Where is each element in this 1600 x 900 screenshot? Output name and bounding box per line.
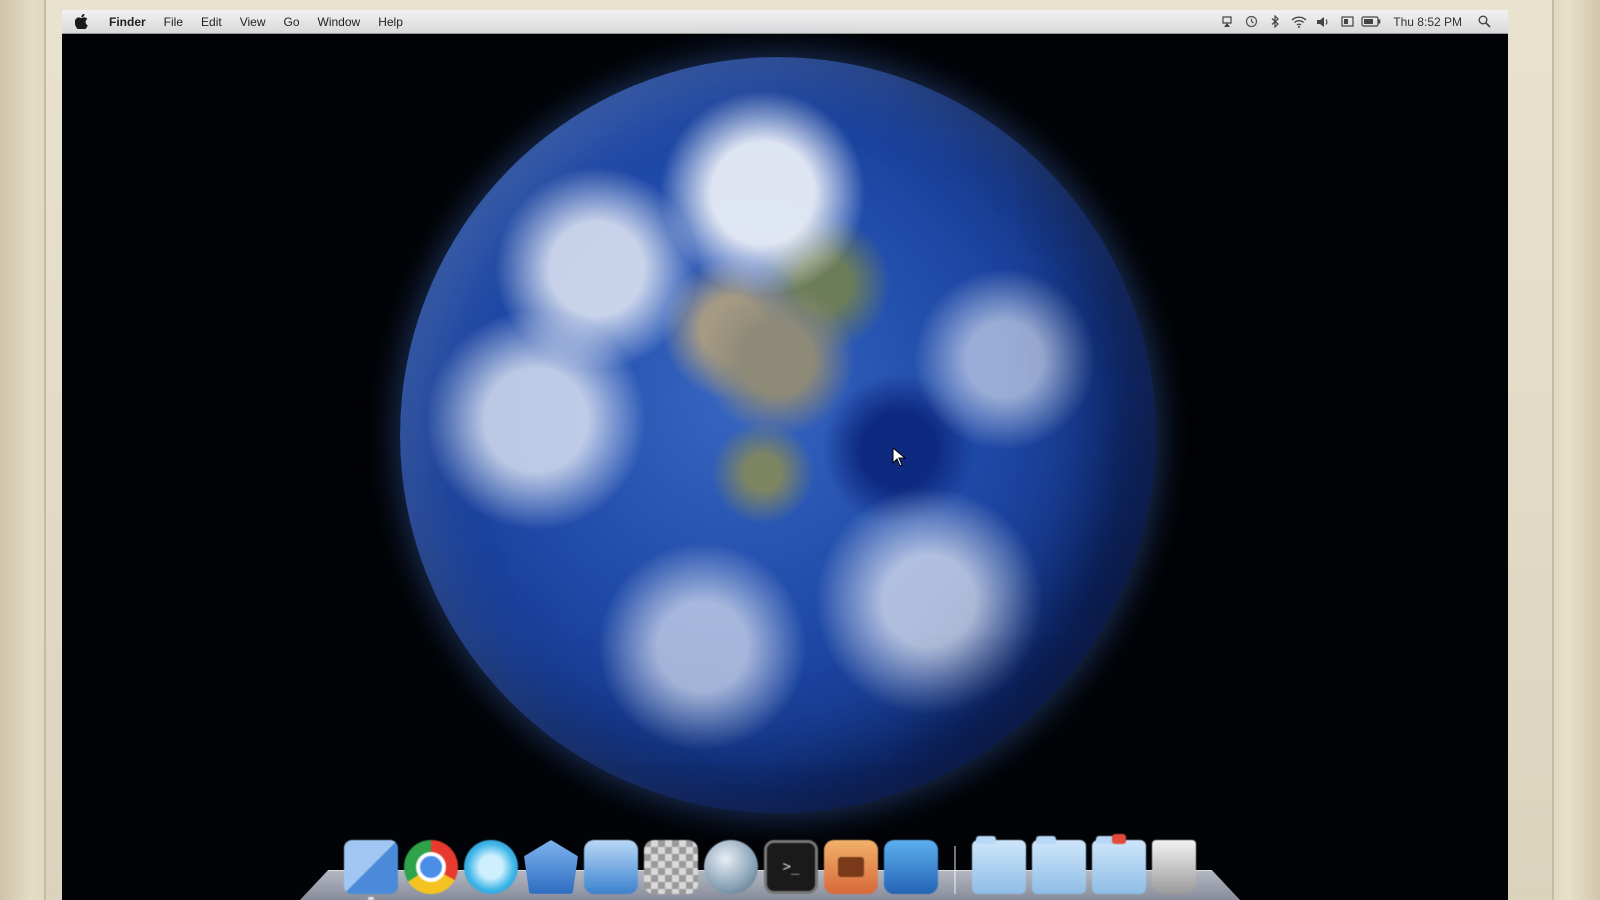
applications-folder-icon[interactable] xyxy=(972,836,1026,894)
battery-icon[interactable] xyxy=(1359,10,1383,34)
airplay-icon[interactable] xyxy=(1215,10,1239,34)
finder-icon[interactable] xyxy=(344,840,398,900)
arrow-cursor-icon xyxy=(892,446,907,467)
menu-go[interactable]: Go xyxy=(275,10,309,34)
apple-logo-icon[interactable] xyxy=(62,10,100,34)
bluetooth-icon[interactable] xyxy=(1263,10,1287,34)
menu-file[interactable]: File xyxy=(155,10,192,34)
menu-bar-extras: Thu 8:52 PM xyxy=(1215,10,1508,33)
safari-icon[interactable] xyxy=(464,840,518,894)
menu-app-name[interactable]: Finder xyxy=(100,10,155,34)
menu-clock[interactable]: Thu 8:52 PM xyxy=(1383,15,1472,29)
dock xyxy=(300,834,1240,900)
grid-app-icon[interactable] xyxy=(644,840,698,894)
preview-icon[interactable] xyxy=(584,840,638,894)
desktop[interactable] xyxy=(62,35,1508,900)
chrome-icon[interactable] xyxy=(404,840,458,894)
documents-folder-icon[interactable] xyxy=(1032,836,1086,894)
dock-separator xyxy=(954,846,956,894)
wifi-icon[interactable] xyxy=(1287,10,1311,34)
mail-icon[interactable] xyxy=(524,840,578,894)
spotlight-search-icon[interactable] xyxy=(1472,10,1496,34)
photo-app-icon[interactable] xyxy=(824,840,878,894)
dock-items xyxy=(324,834,1216,900)
menu-bar: Finder File Edit View Go Window Help Thu… xyxy=(62,10,1508,34)
system-preferences-icon[interactable] xyxy=(884,840,938,894)
earth-globe-wallpaper xyxy=(400,57,1156,813)
trash-icon[interactable] xyxy=(1152,840,1196,894)
menu-view[interactable]: View xyxy=(231,10,275,34)
screen: Finder File Edit View Go Window Help Thu… xyxy=(62,10,1508,900)
time-machine-icon[interactable] xyxy=(1239,10,1263,34)
volume-icon[interactable] xyxy=(1311,10,1335,34)
menu-window[interactable]: Window xyxy=(309,10,370,34)
display-icon[interactable] xyxy=(1335,10,1359,34)
terminal-icon[interactable] xyxy=(764,840,818,894)
globe-app-icon[interactable] xyxy=(704,840,758,894)
downloads-folder-icon[interactable] xyxy=(1092,834,1146,894)
menu-edit[interactable]: Edit xyxy=(192,10,231,34)
menu-help[interactable]: Help xyxy=(369,10,412,34)
menu-bar-left: Finder File Edit View Go Window Help xyxy=(62,10,412,33)
